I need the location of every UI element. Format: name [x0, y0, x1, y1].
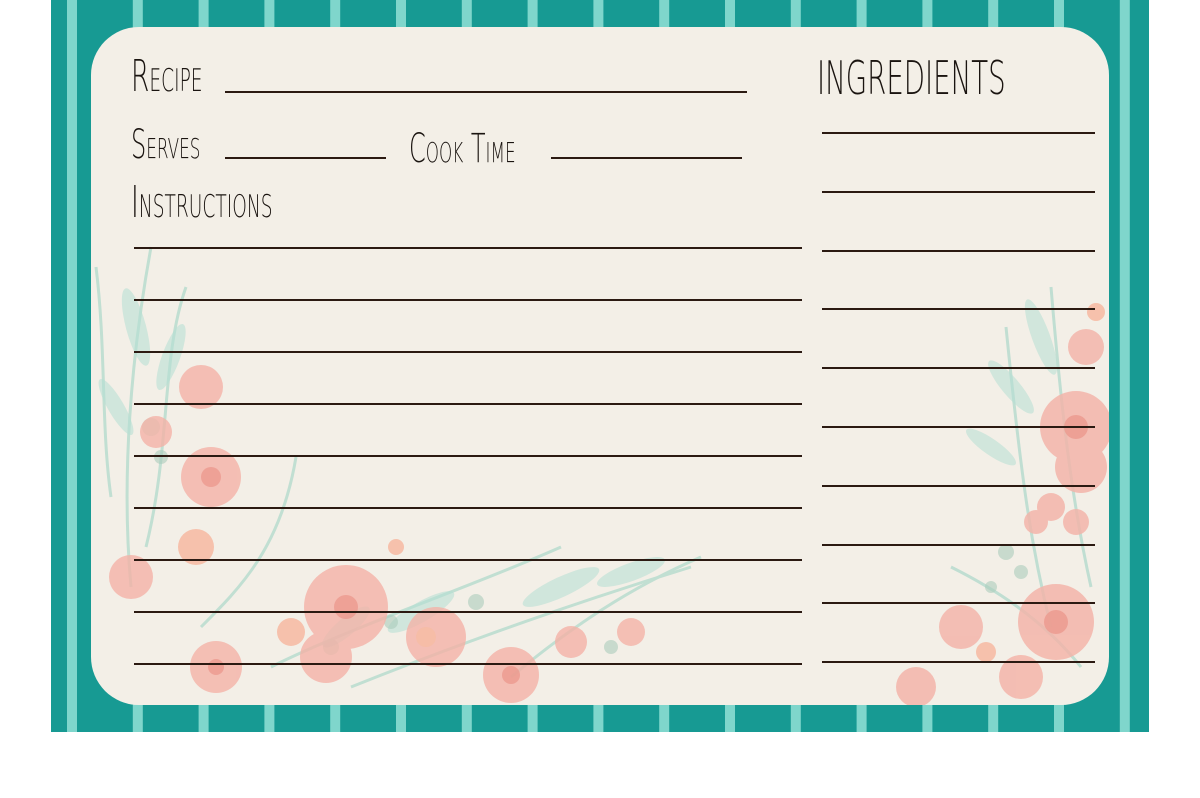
- ingredients-label: INGREDIENTS: [817, 51, 1006, 105]
- ingredient-line[interactable]: [822, 367, 1095, 370]
- instruction-line[interactable]: [134, 351, 802, 353]
- serves-label: Serves: [131, 122, 201, 168]
- ingredient-line[interactable]: [822, 602, 1095, 605]
- instruction-line[interactable]: [134, 455, 802, 457]
- cook-time-label: Cook Time: [409, 126, 516, 172]
- instruction-line[interactable]: [134, 663, 802, 665]
- instruction-line[interactable]: [134, 299, 802, 301]
- ingredient-line[interactable]: [822, 308, 1095, 311]
- ingredient-line[interactable]: [822, 426, 1095, 428]
- instructions-label: Instructions: [131, 177, 273, 228]
- ingredient-line[interactable]: [822, 661, 1095, 664]
- recipe-card: Recipe Serves Cook Time Instructions ING…: [91, 27, 1109, 705]
- ingredient-line[interactable]: [822, 132, 1095, 134]
- ingredient-line[interactable]: [822, 484, 1095, 487]
- stripe: [1119, 0, 1130, 732]
- instruction-line[interactable]: [134, 247, 802, 249]
- stripe: [67, 0, 77, 732]
- recipe-name-line[interactable]: [225, 91, 747, 93]
- ingredient-line[interactable]: [822, 543, 1095, 546]
- instruction-line[interactable]: [134, 403, 802, 405]
- ingredient-line[interactable]: [822, 249, 1095, 252]
- cook-time-line[interactable]: [551, 157, 742, 159]
- instruction-line[interactable]: [134, 559, 802, 561]
- instruction-line[interactable]: [134, 507, 802, 509]
- ingredient-line[interactable]: [822, 190, 1095, 193]
- serves-line[interactable]: [225, 157, 386, 159]
- instruction-line[interactable]: [134, 611, 802, 613]
- recipe-label: Recipe: [131, 51, 203, 102]
